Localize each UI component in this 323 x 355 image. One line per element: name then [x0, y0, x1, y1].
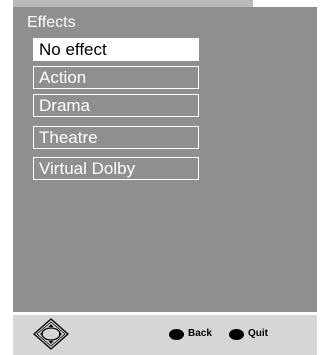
- quit-button[interactable]: Quit: [229, 328, 268, 340]
- back-button[interactable]: Back: [169, 328, 212, 340]
- quit-label: Quit: [248, 328, 268, 339]
- menu-title: Effects: [27, 14, 76, 31]
- menu-item-no-effect[interactable]: No effect: [33, 38, 199, 61]
- quit-dot-icon: [229, 328, 244, 340]
- menu-item-drama[interactable]: Drama: [33, 94, 199, 117]
- footer-bar: Back Quit: [13, 312, 317, 355]
- navigation-pad-icon: [33, 318, 69, 350]
- menu-item-theatre[interactable]: Theatre: [33, 126, 199, 149]
- header-strip: [13, 0, 253, 7]
- menu-item-action[interactable]: Action: [33, 66, 199, 89]
- back-label: Back: [188, 328, 212, 339]
- back-dot-icon: [169, 328, 184, 340]
- menu-item-virtual-dolby[interactable]: Virtual Dolby: [33, 157, 199, 180]
